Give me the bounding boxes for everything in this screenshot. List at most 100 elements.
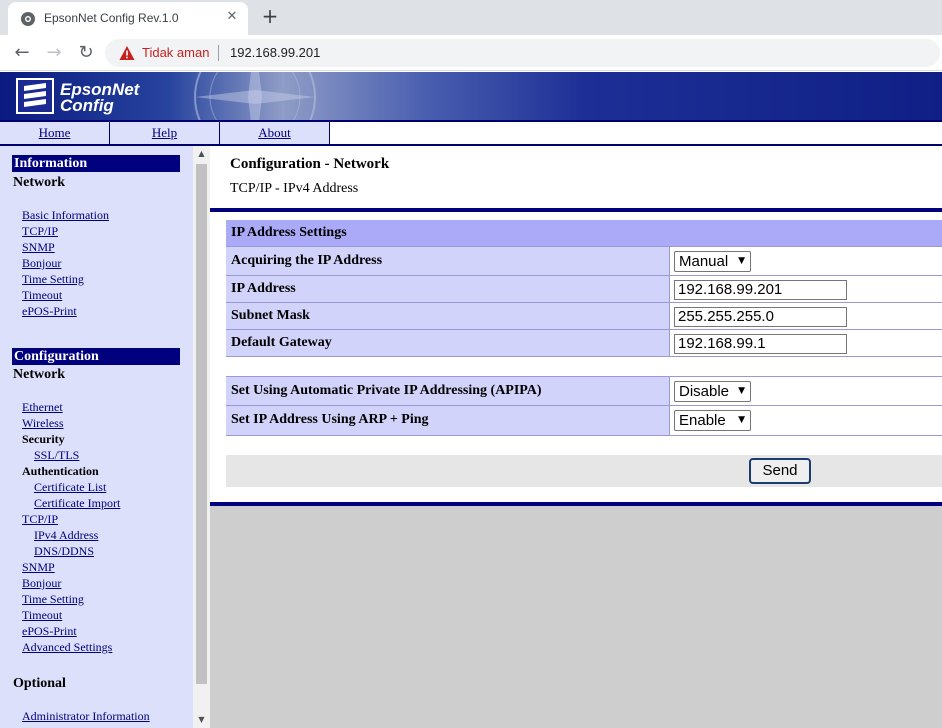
apipa-select[interactable]: Disable ▼	[674, 381, 751, 402]
sidebar-subheading-network: Network	[13, 367, 66, 382]
select-value: Disable	[679, 383, 730, 400]
default-gateway-input[interactable]: 192.168.99.1	[674, 334, 847, 354]
row-value: 255.255.255.0	[671, 303, 942, 329]
sidebar: Information Network Basic Information TC…	[0, 146, 193, 728]
sidebar-heading-optional: Optional	[13, 676, 66, 691]
sidebar-item-tcpip[interactable]: TCP/IP	[22, 224, 58, 239]
menu-about-link[interactable]: About	[258, 125, 291, 140]
sidebar-subheading-network: Network	[13, 175, 66, 190]
table-row: Set Using Automatic Private IP Addressin…	[226, 376, 942, 406]
logo-line-2: Config	[60, 96, 114, 115]
page-subtitle: TCP/IP - IPv4 Address	[230, 181, 359, 196]
sidebar-item-bonjour[interactable]: Bonjour	[22, 256, 61, 271]
scroll-up-arrow-icon[interactable]: ▲	[193, 146, 210, 162]
sidebar-item-config-time-setting[interactable]: Time Setting	[22, 592, 84, 607]
main-content: Configuration - Network TCP/IP - IPv4 Ad…	[210, 146, 942, 728]
logo-text: EpsonNet Config	[60, 81, 139, 115]
sidebar-item-certificate-import[interactable]: Certificate Import	[34, 496, 120, 511]
sidebar-item-wireless[interactable]: Wireless	[22, 416, 64, 431]
sidebar-item-snmp[interactable]: SNMP	[22, 240, 55, 255]
table-row: Set IP Address Using ARP + Ping Enable ▼	[226, 406, 942, 436]
sidebar-heading-information: Information	[12, 155, 180, 172]
divider	[210, 502, 942, 506]
page-title: Configuration - Network	[230, 156, 390, 172]
sidebar-item-certificate-list[interactable]: Certificate List	[34, 480, 106, 495]
epson-banner: EpsonNet Config	[0, 72, 942, 120]
dropdown-arrow-icon: ▼	[738, 415, 745, 425]
sidebar-item-dns-ddns[interactable]: DNS/DDNS	[34, 544, 94, 559]
sidebar-item-config-epos-print[interactable]: ePOS-Print	[22, 624, 77, 639]
compass-icon	[194, 72, 316, 120]
row-label: Set Using Automatic Private IP Addressin…	[226, 377, 670, 405]
divider	[210, 208, 942, 212]
address-bar[interactable]: Tidak aman 192.168.99.201	[105, 39, 940, 67]
row-label: Acquiring the IP Address	[226, 247, 670, 275]
select-value: Manual	[679, 253, 729, 270]
content-panel: Configuration - Network TCP/IP - IPv4 Ad…	[210, 146, 942, 506]
row-value: 192.168.99.201	[671, 276, 942, 302]
send-bar: Send	[226, 455, 942, 487]
globe-icon	[21, 12, 35, 26]
select-value: Enable	[679, 412, 726, 429]
section-header: IP Address Settings	[226, 220, 942, 247]
row-label: Default Gateway	[226, 330, 670, 356]
row-label: Subnet Mask	[226, 303, 670, 329]
arp-ping-select[interactable]: Enable ▼	[674, 410, 751, 431]
row-value: Manual ▼	[671, 247, 942, 275]
browser-toolbar: ← → ↻ Tidak aman 192.168.99.201	[0, 35, 942, 71]
sidebar-item-config-bonjour[interactable]: Bonjour	[22, 576, 61, 591]
back-arrow-icon[interactable]: ←	[8, 39, 36, 67]
sidebar-item-basic-information[interactable]: Basic Information	[22, 208, 109, 223]
dropdown-arrow-icon: ▼	[738, 386, 745, 396]
browser-tab[interactable]: EpsonNet Config Rev.1.0 ✕	[8, 2, 248, 35]
sidebar-item-ethernet[interactable]: Ethernet	[22, 400, 63, 415]
sidebar-item-config-tcpip[interactable]: TCP/IP	[22, 512, 58, 527]
forward-arrow-icon[interactable]: →	[40, 39, 68, 67]
subnet-mask-input[interactable]: 255.255.255.0	[674, 307, 847, 327]
menu-home[interactable]: Home	[0, 122, 110, 144]
sidebar-item-time-setting[interactable]: Time Setting	[22, 272, 84, 287]
sidebar-heading-configuration: Configuration	[12, 348, 180, 365]
menu-about[interactable]: About	[220, 122, 330, 144]
sidebar-item-ssl-tls[interactable]: SSL/TLS	[34, 448, 79, 463]
sidebar-label-authentication: Authentication	[22, 464, 99, 478]
table-row: Default Gateway 192.168.99.1	[226, 330, 942, 357]
row-value: Enable ▼	[671, 406, 942, 435]
sidebar-scrollbar[interactable]: ▲ ▼	[193, 146, 210, 728]
reload-icon[interactable]: ↻	[72, 39, 100, 67]
new-tab-button[interactable]: +	[259, 5, 281, 27]
sidebar-item-epos-print[interactable]: ePOS-Print	[22, 304, 77, 319]
sidebar-item-config-snmp[interactable]: SNMP	[22, 560, 55, 575]
divider	[218, 45, 219, 61]
table-row: IP Address 192.168.99.201	[226, 276, 942, 303]
sidebar-item-timeout[interactable]: Timeout	[22, 288, 62, 303]
table-row: Acquiring the IP Address Manual ▼	[226, 247, 942, 276]
sidebar-label-security: Security	[22, 432, 65, 446]
sidebar-item-administrator-information[interactable]: Administrator Information	[22, 709, 150, 724]
menu-help-link[interactable]: Help	[152, 125, 177, 140]
row-value: Disable ▼	[671, 377, 942, 405]
url-text[interactable]: 192.168.99.201	[230, 45, 320, 60]
top-menu: Home Help About	[0, 120, 942, 146]
browser-tab-strip: EpsonNet Config Rev.1.0 ✕ +	[0, 0, 942, 35]
acquiring-ip-select[interactable]: Manual ▼	[674, 251, 751, 272]
not-secure-label[interactable]: Tidak aman	[142, 45, 209, 60]
ip-address-input[interactable]: 192.168.99.201	[674, 280, 847, 300]
warning-icon	[119, 46, 135, 60]
scrollbar-thumb[interactable]	[196, 164, 207, 684]
menu-home-link[interactable]: Home	[39, 125, 71, 140]
scroll-down-arrow-icon[interactable]: ▼	[193, 712, 210, 728]
row-value: 192.168.99.1	[671, 330, 942, 356]
menu-help[interactable]: Help	[110, 122, 220, 144]
tab-title: EpsonNet Config Rev.1.0	[44, 11, 179, 25]
sidebar-item-config-timeout[interactable]: Timeout	[22, 608, 62, 623]
row-label: IP Address	[226, 276, 670, 302]
row-label: Set IP Address Using ARP + Ping	[226, 406, 670, 435]
send-button[interactable]: Send	[749, 458, 811, 484]
close-icon[interactable]: ✕	[223, 8, 241, 26]
dropdown-arrow-icon: ▼	[738, 256, 745, 266]
sidebar-item-advanced-settings[interactable]: Advanced Settings	[22, 640, 112, 655]
table-row: Subnet Mask 255.255.255.0	[226, 303, 942, 330]
sidebar-item-ipv4-address[interactable]: IPv4 Address	[34, 528, 98, 543]
epsonnet-logo-icon	[16, 78, 54, 114]
